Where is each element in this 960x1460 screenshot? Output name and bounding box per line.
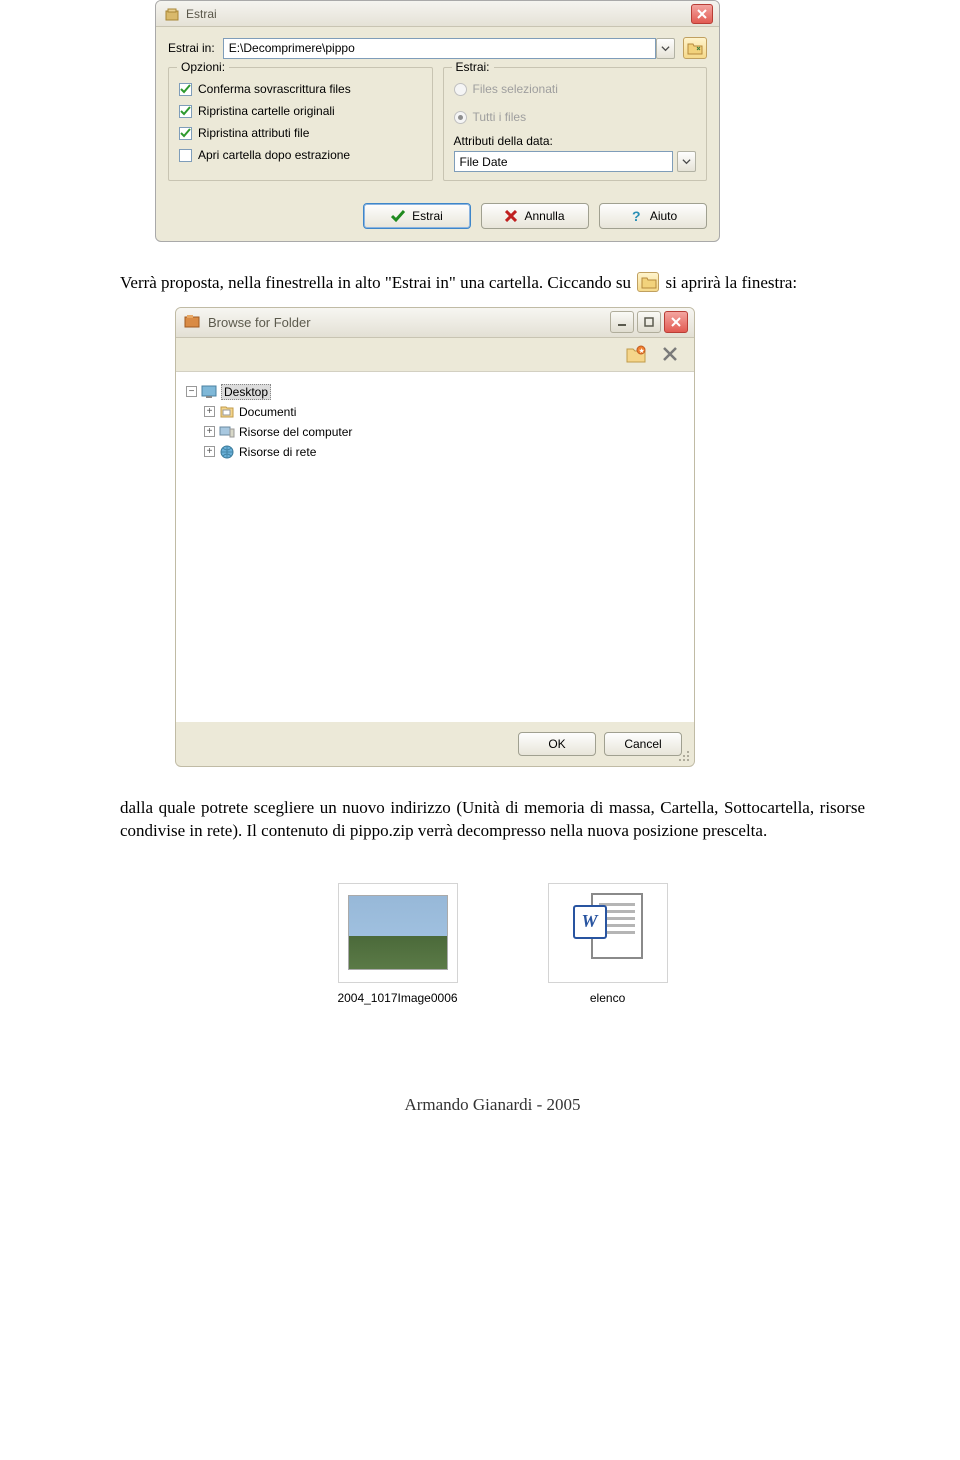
dialog-title: Estrai (186, 7, 685, 21)
documents-icon (219, 404, 235, 420)
extract-button[interactable]: Estrai (363, 203, 471, 229)
browse-folder-button[interactable] (683, 37, 707, 59)
cancel-button[interactable]: Annulla (481, 203, 589, 229)
delete-button[interactable] (656, 341, 684, 367)
tree-node-documents[interactable]: + Documenti (204, 402, 684, 422)
maximize-button[interactable] (637, 311, 661, 333)
paragraph-2: dalla quale potrete scegliere un nuovo i… (120, 797, 865, 843)
dialog-title: Browse for Folder (208, 315, 602, 330)
x-icon (505, 210, 517, 222)
ok-button[interactable]: OK (518, 732, 596, 756)
paragraph-1: Verrà proposta, nella finestrella in alt… (120, 272, 865, 295)
tree-node-computer[interactable]: + Risorse del computer (204, 422, 684, 442)
tree-node-desktop[interactable]: − Desktop (186, 382, 684, 402)
checkbox-icon (179, 127, 192, 140)
tree-label: Risorse di rete (239, 445, 316, 459)
folder-tree[interactable]: − Desktop + Documenti + Risorse del comp… (176, 372, 694, 722)
tree-node-network[interactable]: + Risorse di rete (204, 442, 684, 462)
expand-icon[interactable]: + (204, 406, 215, 417)
minimize-button[interactable] (610, 311, 634, 333)
close-button[interactable] (664, 311, 688, 333)
cancel-button[interactable]: Cancel (604, 732, 682, 756)
option-restore-attributes[interactable]: Ripristina attributi file (179, 122, 422, 144)
thumb-preview (338, 883, 458, 983)
thumb-label: 2004_1017Image0006 (337, 991, 457, 1005)
titlebar[interactable]: Browse for Folder (176, 308, 694, 338)
radio-selected-files: Files selezionati (454, 78, 697, 100)
date-attr-dropdown-button[interactable] (677, 151, 696, 172)
browse-folder-icon (637, 272, 659, 292)
extract-dialog: Estrai Estrai in: Opzioni (155, 0, 720, 242)
options-group: Opzioni: Conferma sovrascrittura files R… (168, 67, 433, 181)
options-group-title: Opzioni: (177, 60, 229, 74)
svg-text:?: ? (632, 209, 641, 223)
tree-label: Desktop (221, 384, 271, 400)
landscape-image-icon (348, 895, 448, 970)
extract-scope-group: Estrai: Files selezionati Tutti i files … (443, 67, 708, 181)
radio-icon (454, 83, 467, 96)
expand-icon[interactable]: + (204, 446, 215, 457)
tree-label: Risorse del computer (239, 425, 352, 439)
word-document-icon: W (573, 893, 643, 973)
radio-all-files: Tutti i files (454, 106, 697, 128)
browse-folder-dialog: Browse for Folder ★ − Desktop + (175, 307, 695, 767)
collapse-icon[interactable]: − (186, 386, 197, 397)
thumbnail-image[interactable]: 2004_1017Image0006 (337, 883, 457, 1005)
help-icon: ? (629, 209, 643, 223)
path-dropdown-button[interactable] (656, 38, 675, 59)
network-icon (219, 444, 235, 460)
toolbar: ★ (176, 338, 694, 372)
titlebar[interactable]: Estrai (156, 1, 719, 27)
thumb-label: elenco (590, 991, 625, 1005)
date-attr-select[interactable] (454, 151, 674, 172)
close-button[interactable] (691, 4, 713, 24)
option-open-folder-after[interactable]: Apri cartella dopo estrazione (179, 144, 422, 166)
checkbox-icon (179, 149, 192, 162)
checkbox-icon (179, 105, 192, 118)
radio-icon (454, 111, 467, 124)
tree-label: Documenti (239, 405, 296, 419)
svg-text:★: ★ (639, 347, 645, 355)
resize-grip[interactable] (676, 748, 690, 762)
new-folder-button[interactable]: ★ (622, 341, 650, 367)
app-icon (184, 313, 200, 332)
date-attr-label: Attributi della data: (454, 134, 697, 148)
thumbnails: 2004_1017Image0006 W elenco (140, 883, 865, 1005)
thumbnail-document[interactable]: W elenco (548, 883, 668, 1005)
extract-scope-title: Estrai: (452, 60, 494, 74)
expand-icon[interactable]: + (204, 426, 215, 437)
option-restore-folders[interactable]: Ripristina cartelle originali (179, 100, 422, 122)
check-icon (391, 209, 405, 223)
thumb-preview: W (548, 883, 668, 983)
computer-icon (219, 424, 235, 440)
help-button[interactable]: ? Aiuto (599, 203, 707, 229)
checkbox-icon (179, 83, 192, 96)
extract-path-label: Estrai in: (168, 41, 215, 55)
extract-path-input[interactable] (223, 38, 656, 59)
page-footer: Armando Gianardi - 2005 (120, 1095, 865, 1115)
app-icon (164, 6, 180, 22)
desktop-icon (201, 384, 217, 400)
option-confirm-overwrite[interactable]: Conferma sovrascrittura files (179, 78, 422, 100)
